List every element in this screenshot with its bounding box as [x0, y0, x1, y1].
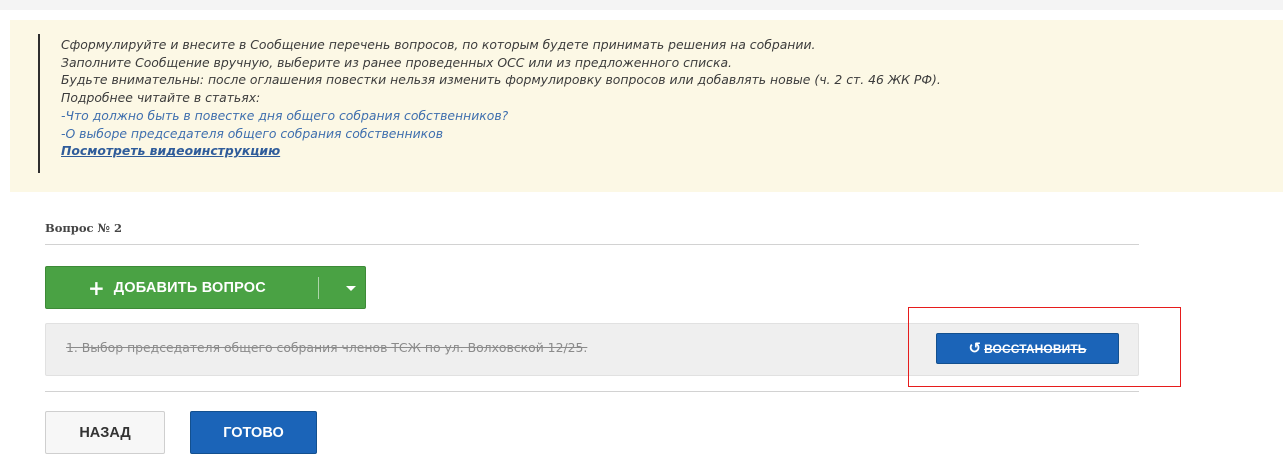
info-line: Заполните Сообщение вручную, выберите из…	[61, 54, 732, 70]
info-line: Сформулируйте и внесите в Сообщение пере…	[61, 37, 816, 52]
info-line: Подробнее читайте в статьях:	[61, 90, 261, 106]
back-button[interactable]: НАЗАД	[45, 411, 165, 454]
button-separator	[318, 277, 319, 299]
top-strip	[0, 0, 1283, 10]
divider	[45, 391, 1139, 392]
info-accent-bar	[38, 34, 40, 173]
video-instruction-link[interactable]: Посмотреть видеоинструкцию	[61, 143, 280, 158]
article-link-agenda[interactable]: -Что должно быть в повестке дня общего с…	[61, 108, 508, 123]
info-text: Сформулируйте и внесите в Сообщение пере…	[61, 36, 1211, 160]
add-question-dropdown-toggle[interactable]	[334, 267, 367, 310]
divider	[45, 244, 1139, 245]
add-question-button[interactable]: + ДОБАВИТЬ ВОПРОС	[45, 266, 366, 309]
question-number-label: Вопрос № 2	[45, 221, 123, 235]
done-button[interactable]: ГОТОВО	[190, 411, 317, 454]
caret-down-icon	[345, 286, 356, 291]
info-line: Будьте внимательны: после оглашения пове…	[61, 72, 941, 88]
article-link-chairman[interactable]: -О выборе председателя общего собрания с…	[61, 126, 443, 141]
highlight-frame	[908, 307, 1181, 387]
plus-icon: +	[88, 275, 105, 300]
add-question-label: ДОБАВИТЬ ВОПРОС	[113, 279, 266, 296]
question-item-text: 1. Выбор председателя общего собрания чл…	[66, 340, 588, 355]
